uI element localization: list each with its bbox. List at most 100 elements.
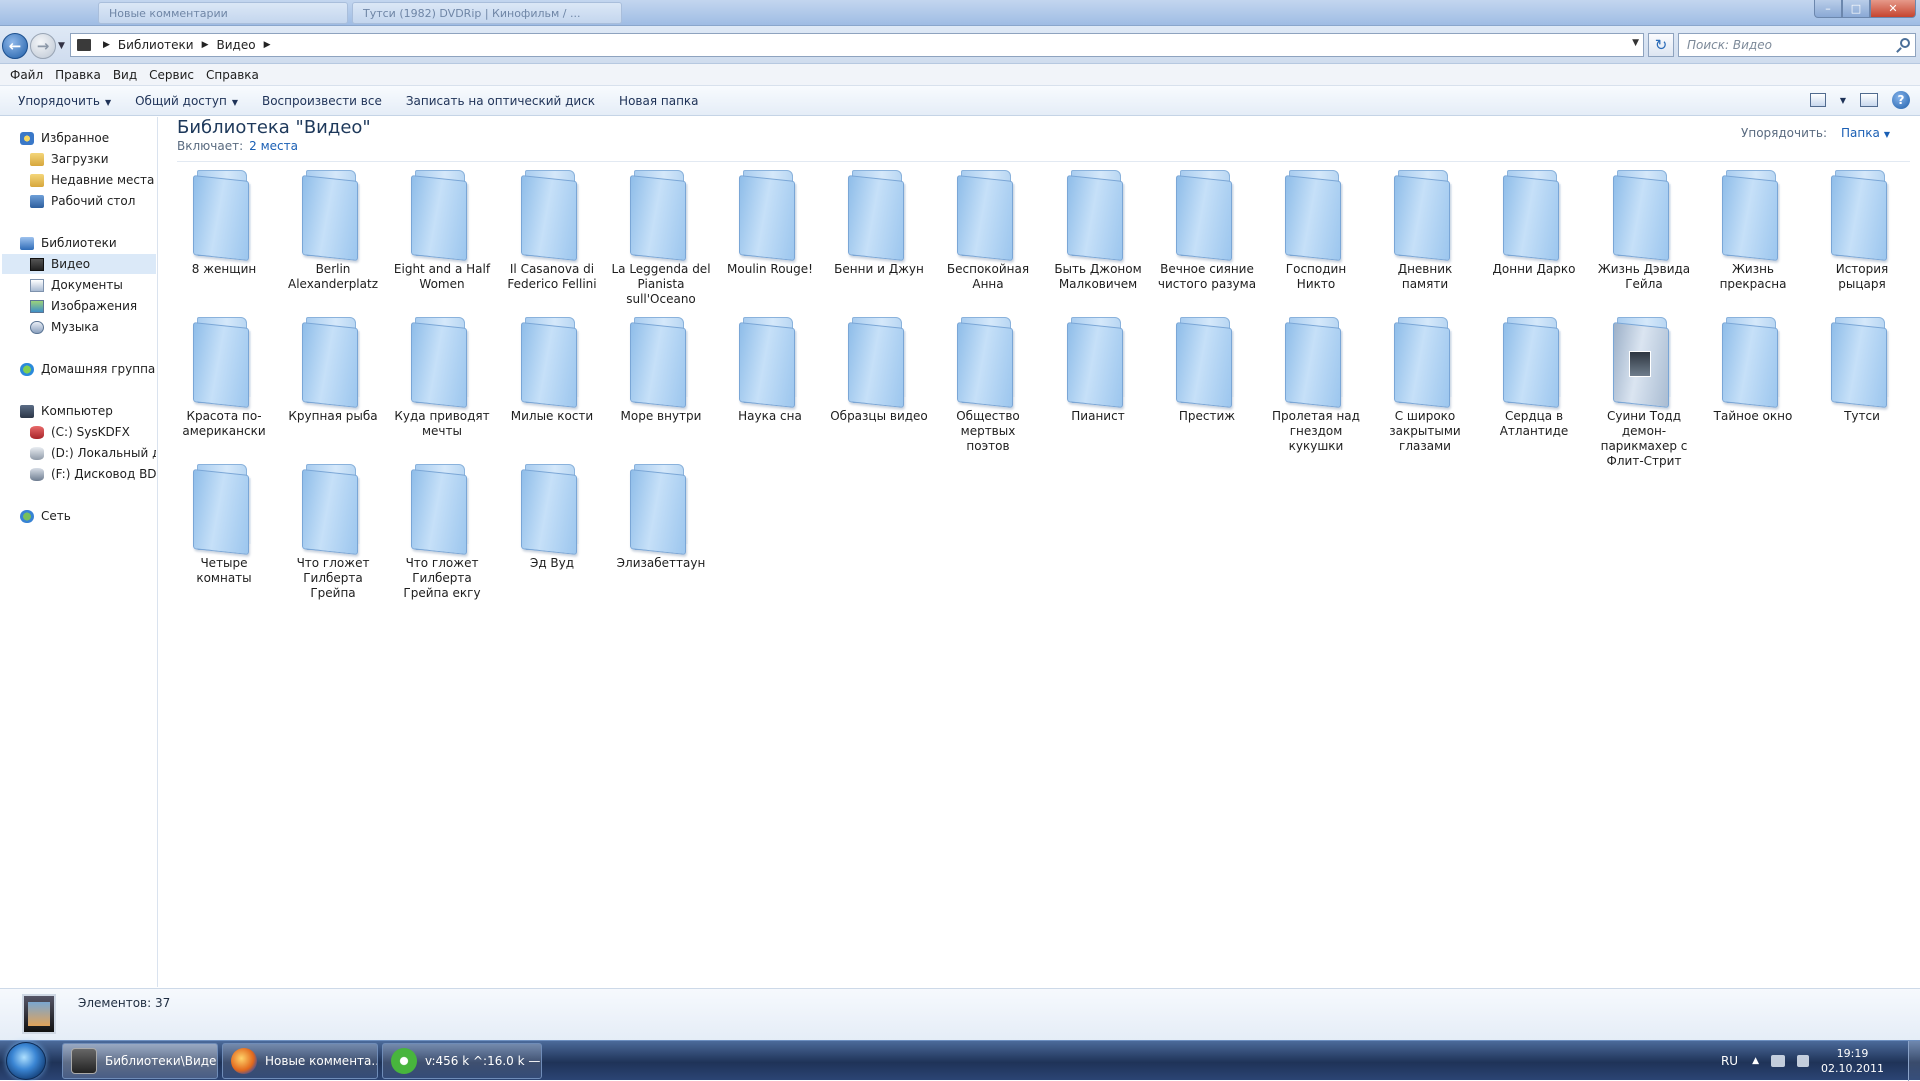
organize-button[interactable]: Упорядочить ▼ — [18, 94, 111, 108]
menu-help[interactable]: Справка — [200, 68, 265, 82]
folder-item[interactable]: Il Casanova di Federico Fellini — [500, 170, 604, 310]
back-button[interactable]: ← — [2, 33, 28, 59]
breadcrumb-libraries[interactable]: Библиотеки — [118, 38, 194, 52]
nav-favorites[interactable]: Избранное — [20, 128, 109, 148]
nav-images[interactable]: Изображения — [30, 296, 137, 316]
folder-item[interactable]: Престиж — [1155, 317, 1259, 457]
folder-item[interactable]: Berlin Alexanderplatz — [281, 170, 385, 310]
search-input[interactable]: Поиск: Видео — [1678, 33, 1916, 57]
folder-item[interactable]: С широко закрытыми глазами — [1373, 317, 1477, 457]
minimize-button[interactable]: – — [1814, 0, 1842, 18]
folder-icon — [1613, 170, 1675, 261]
address-field[interactable]: ▶ Библиотеки ▶ Видео ▶ ▼ — [70, 33, 1644, 57]
maximize-button[interactable]: □ — [1842, 0, 1870, 18]
forward-arrow-icon: → — [36, 37, 50, 55]
nav-network[interactable]: Сеть — [20, 506, 71, 526]
folder-item[interactable]: Общество мертвых поэтов — [936, 317, 1040, 457]
arrange-by-dropdown[interactable]: Папка — [1841, 126, 1880, 140]
folder-item[interactable]: Четыре комнаты — [172, 464, 276, 604]
nav-video[interactable]: Видео — [2, 254, 156, 274]
menu-file[interactable]: Файл — [4, 68, 49, 82]
burn-disc-button[interactable]: Записать на оптический диск — [406, 94, 595, 108]
includes-locations-link[interactable]: 2 места — [249, 139, 298, 153]
folder-item[interactable]: Что гложет Гилберта Грейпа — [281, 464, 385, 604]
folder-item[interactable]: Что гложет Гилберта Грейпа екгу — [390, 464, 494, 604]
nav-drive-d[interactable]: (D:) Локальный диск — [30, 443, 156, 463]
folder-item[interactable]: Суини Тодд демон-парикмахер с Флит-Стрит — [1592, 317, 1696, 468]
search-icon[interactable] — [1900, 38, 1910, 48]
history-dropdown-icon[interactable]: ▼ — [58, 41, 65, 51]
nav-drive-f[interactable]: (F:) Дисковод BD-ROM — [30, 464, 156, 484]
menu-view[interactable]: Вид — [107, 68, 143, 82]
nav-documents[interactable]: Документы — [30, 275, 123, 295]
folder-item[interactable]: La Leggenda del Pianista sull'Oceano — [609, 170, 713, 310]
breadcrumb-chevron-icon[interactable]: ▶ — [103, 40, 110, 50]
folder-item[interactable]: Беспокойная Анна — [936, 170, 1040, 310]
new-folder-button[interactable]: Новая папка — [619, 94, 698, 108]
folder-item[interactable]: Эд Вуд — [500, 464, 604, 604]
clock[interactable]: 19:19 02.10.2011 — [1821, 1046, 1884, 1076]
breadcrumb-chevron-icon[interactable]: ▶ — [264, 40, 271, 50]
nav-music[interactable]: Музыка — [30, 317, 99, 337]
preview-pane-icon[interactable] — [1860, 93, 1878, 107]
refresh-button[interactable]: ↻ — [1648, 33, 1674, 57]
folder-icon — [630, 464, 692, 555]
folder-item[interactable]: Элизабеттаун — [609, 464, 713, 604]
folder-item[interactable]: Тутси — [1810, 317, 1914, 457]
view-dropdown-icon[interactable]: ▼ — [1840, 96, 1846, 105]
nav-recent-places[interactable]: Недавние места — [30, 170, 154, 190]
show-hidden-icons-icon[interactable]: ▲ — [1752, 1056, 1759, 1066]
window-title-bar[interactable]: Новые комментарии Тутси (1982) DVDRip | … — [0, 0, 1920, 26]
nav-libraries[interactable]: Библиотеки — [20, 233, 117, 253]
folder-item[interactable]: Пианист — [1046, 317, 1150, 457]
folder-item[interactable]: Донни Дарко — [1482, 170, 1586, 310]
taskbar-explorer[interactable]: Библиотеки\Видео — [62, 1043, 218, 1079]
folder-item[interactable]: Вечное сияние чистого разума — [1155, 170, 1259, 310]
show-desktop-button[interactable] — [1908, 1041, 1920, 1081]
folder-item[interactable]: Море внутри — [609, 317, 713, 457]
folder-item[interactable]: Красота по-американски — [172, 317, 276, 457]
nav-computer[interactable]: Компьютер — [20, 401, 113, 421]
chevron-down-icon[interactable]: ▼ — [1884, 130, 1890, 139]
start-button[interactable] — [6, 1042, 46, 1080]
nav-downloads[interactable]: Загрузки — [30, 149, 109, 169]
folder-item[interactable]: Крупная рыба — [281, 317, 385, 457]
folder-item[interactable]: Жизнь Дэвида Гейла — [1592, 170, 1696, 310]
folder-item[interactable]: Куда приводят мечты — [390, 317, 494, 457]
folder-item[interactable]: Быть Джоном Малковичем — [1046, 170, 1150, 310]
play-all-button[interactable]: Воспроизвести все — [262, 94, 382, 108]
help-icon[interactable]: ? — [1892, 91, 1910, 109]
network-tray-icon[interactable] — [1771, 1055, 1786, 1067]
menu-edit[interactable]: Правка — [49, 68, 107, 82]
taskbar-utorrent[interactable]: v:456 k ^:16.0 k —... — [382, 1043, 542, 1079]
share-button[interactable]: Общий доступ ▼ — [135, 94, 238, 108]
folder-label: Господин Никто — [1285, 262, 1347, 291]
language-indicator[interactable]: RU — [1721, 1054, 1738, 1068]
folder-item[interactable]: Тайное окно — [1701, 317, 1805, 457]
taskbar-firefox[interactable]: Новые коммента... — [222, 1043, 378, 1079]
folder-item[interactable]: Сердца в Атлантиде — [1482, 317, 1586, 457]
nav-homegroup[interactable]: Домашняя группа — [20, 359, 155, 379]
folder-item[interactable]: Бенни и Джун — [827, 170, 931, 310]
volume-icon[interactable] — [1797, 1055, 1810, 1067]
nav-desktop[interactable]: Рабочий стол — [30, 191, 135, 211]
close-button[interactable]: ✕ — [1870, 0, 1916, 18]
folder-item[interactable]: Господин Никто — [1264, 170, 1368, 310]
breadcrumb-chevron-icon[interactable]: ▶ — [202, 40, 209, 50]
folder-item[interactable]: Наука сна — [718, 317, 822, 457]
folder-item[interactable]: Дневник памяти — [1373, 170, 1477, 310]
folder-item[interactable]: История рыцаря — [1810, 170, 1914, 310]
folder-item[interactable]: 8 женщин — [172, 170, 276, 310]
menu-tools[interactable]: Сервис — [143, 68, 200, 82]
folder-item[interactable]: Жизнь прекрасна — [1701, 170, 1805, 310]
folder-item[interactable]: Moulin Rouge! — [718, 170, 822, 310]
change-view-icon[interactable] — [1809, 93, 1826, 107]
folder-item[interactable]: Пролетая над гнездом кукушки — [1264, 317, 1368, 457]
nav-drive-c[interactable]: (C:) SysKDFX — [30, 422, 156, 442]
address-dropdown-icon[interactable]: ▼ — [1632, 38, 1639, 48]
folder-item[interactable]: Образцы видео — [827, 317, 931, 457]
folder-item[interactable]: Милые кости — [500, 317, 604, 457]
forward-button[interactable]: → — [30, 33, 56, 59]
folder-item[interactable]: Eight and a Half Women — [390, 170, 494, 310]
breadcrumb-video[interactable]: Видео — [217, 38, 256, 52]
